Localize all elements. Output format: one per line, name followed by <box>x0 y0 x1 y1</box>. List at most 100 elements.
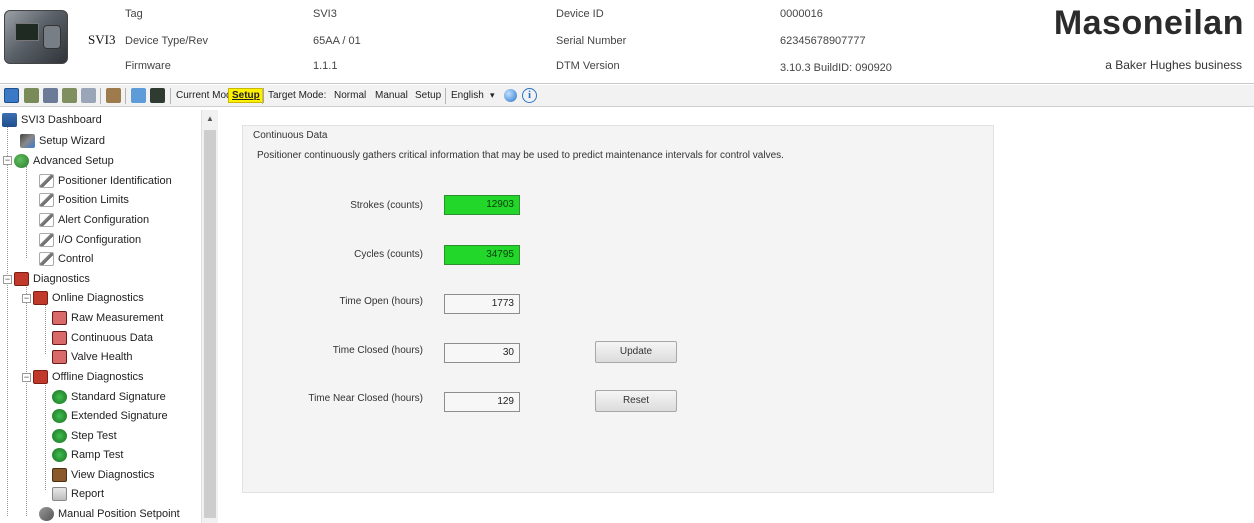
cycles-label: Cycles (counts) <box>354 249 423 260</box>
time-closed-label: Time Closed (hours) <box>332 345 423 356</box>
time-closed-value: 30 <box>444 343 520 363</box>
tree-item-diagnostics[interactable]: Diagnostics <box>14 270 90 288</box>
offline-diagnostics-expander[interactable]: − <box>22 373 31 382</box>
tree-item-label: Step Test <box>71 430 117 442</box>
tree-item-continuous-data[interactable]: Continuous Data <box>52 329 153 347</box>
target-mode-normal-button[interactable]: Normal <box>334 90 366 101</box>
toolbar-separator <box>100 88 101 104</box>
tree-item-advanced-setup[interactable]: Advanced Setup <box>14 152 114 170</box>
green-circle-icon <box>52 390 67 404</box>
window-icon[interactable] <box>4 88 19 103</box>
time-near-closed-label: Time Near Closed (hours) <box>308 393 423 404</box>
diagnostics-folder-icon <box>14 272 29 286</box>
tree-item-position-limits[interactable]: Position Limits <box>39 191 129 209</box>
diagnostics-expander[interactable]: − <box>3 275 12 284</box>
chart-tool-icon[interactable] <box>106 88 121 103</box>
tree-item-label: Standard Signature <box>71 391 166 403</box>
tree-connector <box>26 166 27 258</box>
tree-item-label: Alert Configuration <box>58 214 150 226</box>
trend-icon[interactable] <box>131 88 146 103</box>
tree-item-online-diagnostics[interactable]: Online Diagnostics <box>33 289 144 307</box>
tree-item-label: Report <box>71 488 105 500</box>
tree-item-label: Manual Position Setpoint <box>58 508 180 520</box>
tree-item-label: Continuous Data <box>71 332 153 344</box>
time-near-closed-value: 129 <box>444 392 520 412</box>
tree-item-label: Raw Measurement <box>71 312 164 324</box>
pencil-icon <box>39 233 54 247</box>
tree-item-offline-diagnostics[interactable]: Offline Diagnostics <box>33 368 144 386</box>
tree-item-ramp-test[interactable]: Ramp Test <box>52 446 123 464</box>
update-button[interactable]: Update <box>595 341 677 363</box>
tree-item-extended-signature[interactable]: Extended Signature <box>52 407 168 425</box>
tree-item-io-configuration[interactable]: I/O Configuration <box>39 231 141 249</box>
target-mode-manual-button[interactable]: Manual <box>375 90 408 101</box>
tree-item-label: Valve Health <box>71 351 133 363</box>
green-circle-icon <box>52 448 67 462</box>
strokes-value: 12903 <box>444 195 520 215</box>
tree-item-label: Online Diagnostics <box>52 292 144 304</box>
pencil-icon <box>39 174 54 188</box>
device-upload-icon[interactable] <box>62 88 77 103</box>
tree-item-label: Offline Diagnostics <box>52 371 144 383</box>
advanced-setup-expander[interactable]: − <box>3 156 12 165</box>
tree-item-control[interactable]: Control <box>39 250 93 268</box>
scroll-thumb[interactable] <box>204 130 216 518</box>
time-open-value: 1773 <box>444 294 520 314</box>
device-compare-icon[interactable] <box>43 88 58 103</box>
tree-item-valve-health[interactable]: Valve Health <box>52 348 133 366</box>
group-title: Continuous Data <box>253 130 328 141</box>
tree-connector <box>7 124 8 516</box>
calculator-icon[interactable] <box>150 88 165 103</box>
tag-label: Tag <box>125 8 143 20</box>
dashboard-icon <box>2 113 17 127</box>
pencil-icon <box>39 213 54 227</box>
online-diagnostics-expander[interactable]: − <box>22 294 31 303</box>
tree-item-raw-measurement[interactable]: Raw Measurement <box>52 309 163 327</box>
globe-icon[interactable] <box>504 89 517 102</box>
serial-number-label: Serial Number <box>556 35 627 47</box>
tree-item-label: I/O Configuration <box>58 234 142 246</box>
device-knob <box>43 25 61 49</box>
group-description: Positioner continuously gathers critical… <box>257 150 784 161</box>
firmware-value: 1.1.1 <box>313 60 338 72</box>
navigation-tree: − − − − SVI3 Dashboard Setup Wizard Adva… <box>0 110 218 523</box>
advanced-setup-icon <box>14 154 29 168</box>
scroll-up-icon[interactable]: ▲ <box>206 114 214 123</box>
tree-item-view-diagnostics[interactable]: View Diagnostics <box>52 466 155 484</box>
tree-item-manual-position-setpoint[interactable]: Manual Position Setpoint <box>39 505 180 523</box>
main-panel: Continuous Data Positioner continuously … <box>219 110 1254 523</box>
device-download-icon[interactable] <box>81 88 96 103</box>
manual-position-icon <box>39 507 54 521</box>
language-select[interactable]: English <box>451 90 484 101</box>
tree-item-setup-wizard[interactable]: Setup Wizard <box>20 132 105 150</box>
tree-item-alert-configuration[interactable]: Alert Configuration <box>39 211 149 229</box>
tree-item-label: Position Limits <box>58 194 129 206</box>
info-icon[interactable]: i <box>522 88 537 103</box>
device-tool-icon[interactable] <box>24 88 39 103</box>
tree-item-step-test[interactable]: Step Test <box>52 427 117 445</box>
reset-button[interactable]: Reset <box>595 390 677 412</box>
device-screen <box>15 23 39 41</box>
monitor-icon <box>52 331 67 345</box>
tree-item-label: Positioner Identification <box>58 175 172 187</box>
tree-item-label: View Diagnostics <box>71 469 155 481</box>
report-icon <box>52 487 67 501</box>
tree-item-report[interactable]: Report <box>52 485 104 503</box>
brand-logo: Masoneilan <box>1053 4 1244 42</box>
tree-connector <box>45 378 46 490</box>
online-diagnostics-folder-icon <box>33 291 48 305</box>
tree-scrollbar[interactable]: ▲ <box>201 110 218 523</box>
tree-item-label: Advanced Setup <box>33 155 114 167</box>
target-mode-setup-button[interactable]: Setup <box>415 90 441 101</box>
device-id-value: 0000016 <box>780 8 823 20</box>
tree-item-standard-signature[interactable]: Standard Signature <box>52 388 166 406</box>
strokes-label: Strokes (counts) <box>350 200 423 211</box>
toolbar: Current Mode: Setup Target Mode: Normal … <box>0 85 1254 107</box>
tree-item-positioner-identification[interactable]: Positioner Identification <box>39 172 172 190</box>
wizard-icon <box>20 134 35 148</box>
chevron-down-icon[interactable]: ▾ <box>490 90 495 101</box>
tree-connector <box>26 280 27 516</box>
tree-item-label: SVI3 Dashboard <box>21 114 102 126</box>
tree-item-svi3-dashboard[interactable]: SVI3 Dashboard <box>2 111 102 129</box>
device-header: SVI3 Tag Device Type/Rev Firmware SVI3 6… <box>0 0 1254 84</box>
